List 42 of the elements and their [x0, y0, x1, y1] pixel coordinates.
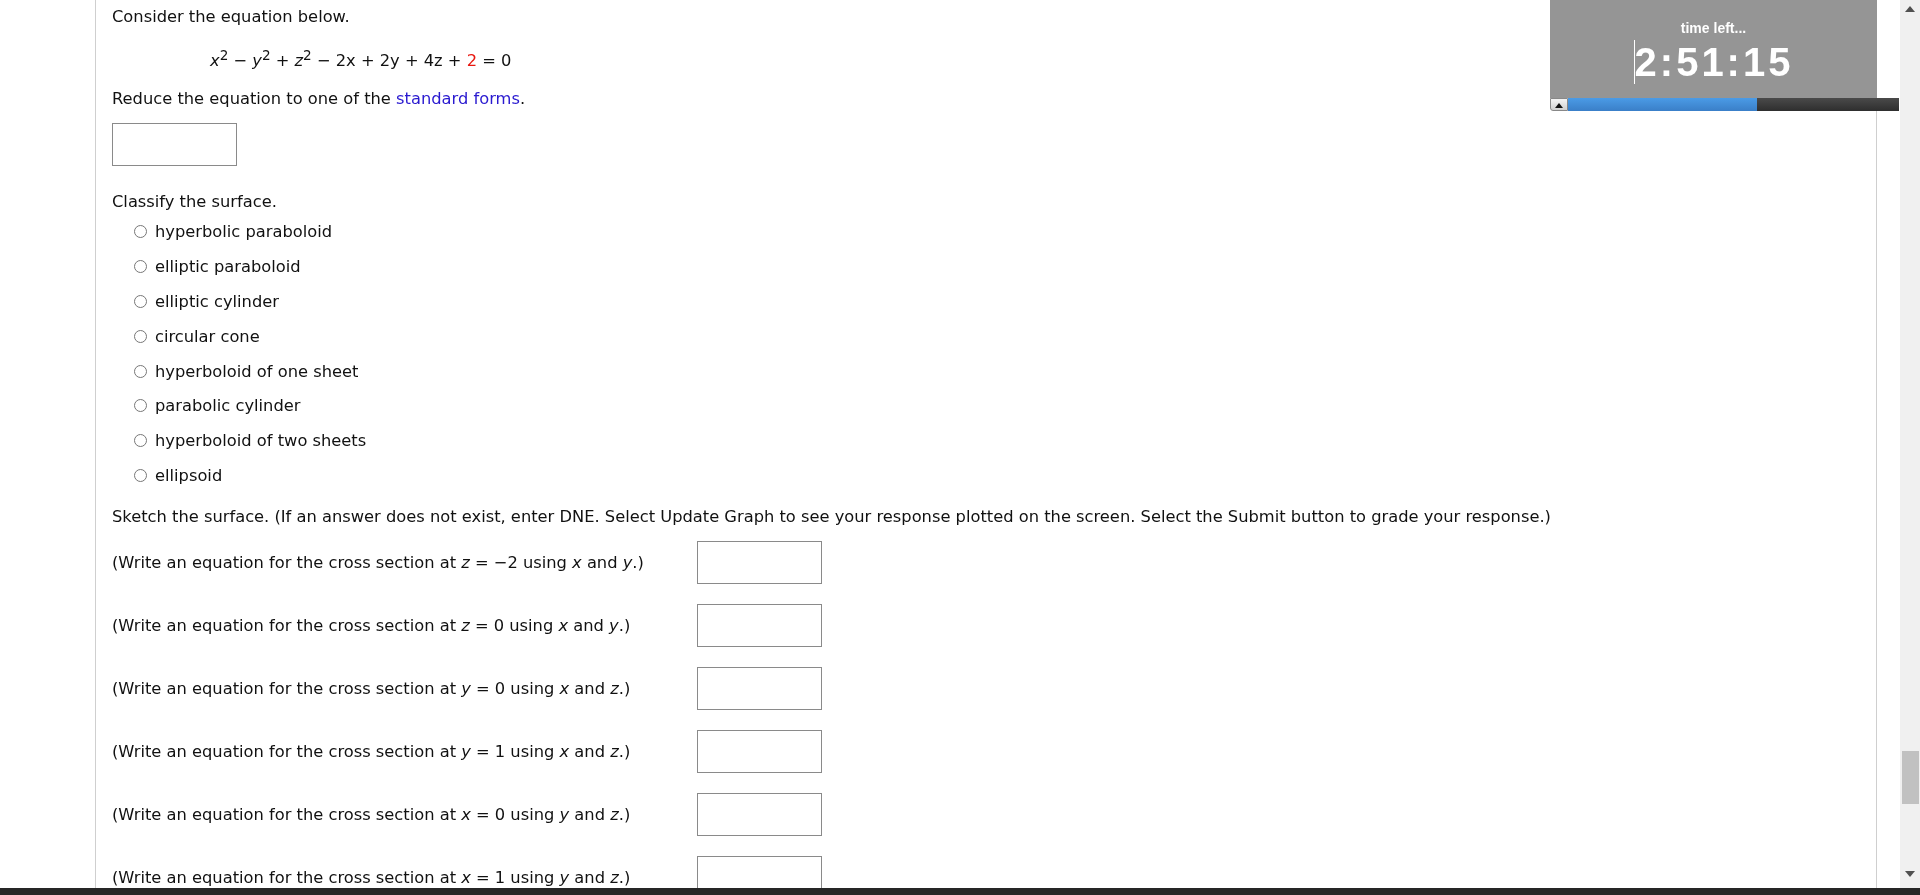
scroll-up-icon[interactable] — [1905, 6, 1915, 12]
cross-section-prompt: (Write an equation for the cross section at x = 1 using y and z.) — [112, 867, 632, 887]
text-cursor-icon — [1633, 40, 1635, 84]
answer-field[interactable] — [697, 666, 822, 710]
answer-field[interactable] — [697, 540, 822, 584]
radio-button[interactable] — [134, 434, 147, 448]
radio-button[interactable] — [134, 364, 147, 378]
radio-button[interactable] — [134, 399, 147, 413]
timer-label: time left... — [1680, 20, 1747, 36]
radio-button[interactable] — [134, 294, 147, 308]
answer-field[interactable] — [697, 792, 822, 836]
collapse-button[interactable] — [1550, 98, 1568, 111]
cross-section-prompt: (Write an equation for the cross section at y = 0 using x and z.) — [112, 678, 632, 698]
radio-button[interactable] — [134, 225, 147, 239]
scroll-down-icon[interactable] — [1905, 871, 1915, 877]
up-triangle-icon — [1554, 101, 1564, 108]
option-label: elliptic paraboloid — [155, 257, 301, 277]
cross-section-prompt: (Write an equation for the cross section at z = −2 using x and y.) — [112, 552, 645, 572]
instruction-text: Sketch the surface. (If an answer does not exist, enter DNE. Select Update Graph to see your response plotted on the screen. Select the Submit button to grade your response.) — [112, 506, 1552, 527]
option-label: elliptic cylinder — [155, 291, 279, 311]
instruction-text: Consider the equation below. — [112, 7, 351, 27]
radio-button[interactable] — [134, 329, 147, 343]
option-label: hyperboloid of one sheet — [155, 361, 359, 381]
option-label: circular cone — [155, 326, 260, 346]
answer-field[interactable] — [112, 123, 237, 167]
radio-button[interactable] — [134, 260, 147, 274]
cross-section-prompt: (Write an equation for the cross section at z = 0 using x and y.) — [112, 615, 632, 635]
timer-value: 2:51:15 — [1634, 40, 1794, 84]
cross-section-prompt: (Write an equation for the cross section at y = 1 using x and z.) — [112, 741, 632, 761]
cross-section-prompt: (Write an equation for the cross section at x = 0 using y and z.) — [112, 804, 632, 824]
option-label: hyperboloid of two sheets — [155, 431, 367, 451]
radio-button[interactable] — [134, 468, 147, 482]
scrollbar-thumb[interactable] — [1902, 751, 1919, 804]
scrollbar[interactable] — [1900, 0, 1920, 888]
option-label: ellipsoid — [155, 465, 223, 485]
option-label: parabolic cylinder — [155, 396, 301, 416]
answer-field[interactable] — [697, 603, 822, 647]
option-label: hyperbolic paraboloid — [155, 222, 333, 242]
standard-forms-link[interactable]: standard forms — [396, 89, 520, 109]
question-text: Classify the surface. — [112, 192, 278, 213]
answer-field[interactable] — [697, 729, 822, 773]
equation: x$^{2}$ − y$^{2}$ + z$^{2}$ − 2x + 2y + 4z + 2 = 0 — [210, 46, 512, 72]
